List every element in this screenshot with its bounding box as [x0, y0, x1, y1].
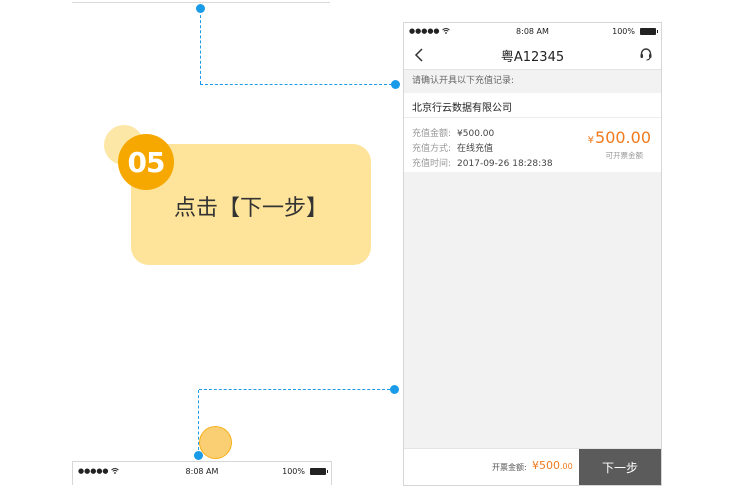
- record-amount-value: ¥500.00: [457, 129, 495, 139]
- invoice-amount-value: ¥500.00: [532, 459, 573, 472]
- confirm-notice: 请确认开具以下充值记录:: [412, 76, 515, 86]
- invoiceable-label: 可开票金额: [605, 151, 644, 160]
- connector-dot-top-right: [391, 80, 400, 89]
- invoice-amount-label: 开票金额:: [492, 463, 527, 472]
- next-battery-icon: [310, 468, 328, 475]
- connector-line-top-horizontal: [200, 84, 392, 85]
- headset-icon[interactable]: [639, 47, 653, 61]
- record-amount-label: 充值金额:: [412, 129, 452, 139]
- next-phone-status-bar: ●●●●● 8:08 AM 100%: [72, 461, 332, 485]
- status-bar: ●●●●● 8:08 AM 100%: [404, 23, 661, 41]
- record-time-value: 2017-09-26 18:28:38: [457, 159, 553, 169]
- company-name: 北京行云数据有限公司: [412, 103, 512, 114]
- phone-screen: ●●●●● 8:08 AM 100% 粤A12345 请确认开具以下充值记录: …: [403, 22, 662, 486]
- connector-dot-bottom-right: [390, 385, 399, 394]
- invoiceable-currency: ¥: [587, 135, 595, 146]
- invoiceable-amount: ¥500.00: [588, 128, 651, 147]
- record-time-line: 充值时间: 2017-09-26 18:28:38: [412, 156, 553, 169]
- company-row: 北京行云数据有限公司: [404, 93, 661, 118]
- next-battery-percent: 100%: [282, 467, 305, 476]
- recharge-record: 充值金额: ¥500.00 充值方式: 在线充值 充值时间: 2017-09-26 1…: [404, 118, 661, 172]
- record-method-label: 充值方式:: [412, 144, 452, 154]
- record-method-line: 充值方式: 在线充值: [412, 141, 493, 154]
- tap-indicator: [199, 426, 232, 459]
- invoiceable-value: 500.00: [595, 128, 651, 147]
- record-method-value: 在线充值: [457, 144, 494, 154]
- connector-line-bottom-horizontal: [199, 389, 390, 390]
- nav-bar: 粤A12345: [404, 41, 661, 70]
- connector-line-top-vertical: [200, 10, 201, 84]
- record-amount-line: 充值金额: ¥500.00: [412, 126, 494, 139]
- next-step-button[interactable]: 下一步: [579, 449, 661, 485]
- step-number-badge: 05: [118, 134, 174, 190]
- battery-icon: [640, 28, 658, 35]
- step-instruction: 点击【下一步】: [173, 196, 328, 221]
- page-title: 粤A12345: [500, 50, 565, 65]
- bottom-bar: 开票金额: ¥500.00 下一步: [404, 448, 661, 485]
- battery-percent: 100%: [612, 27, 635, 36]
- previous-phone-frame: [72, 0, 330, 3]
- record-time-label: 充值时间:: [412, 159, 452, 169]
